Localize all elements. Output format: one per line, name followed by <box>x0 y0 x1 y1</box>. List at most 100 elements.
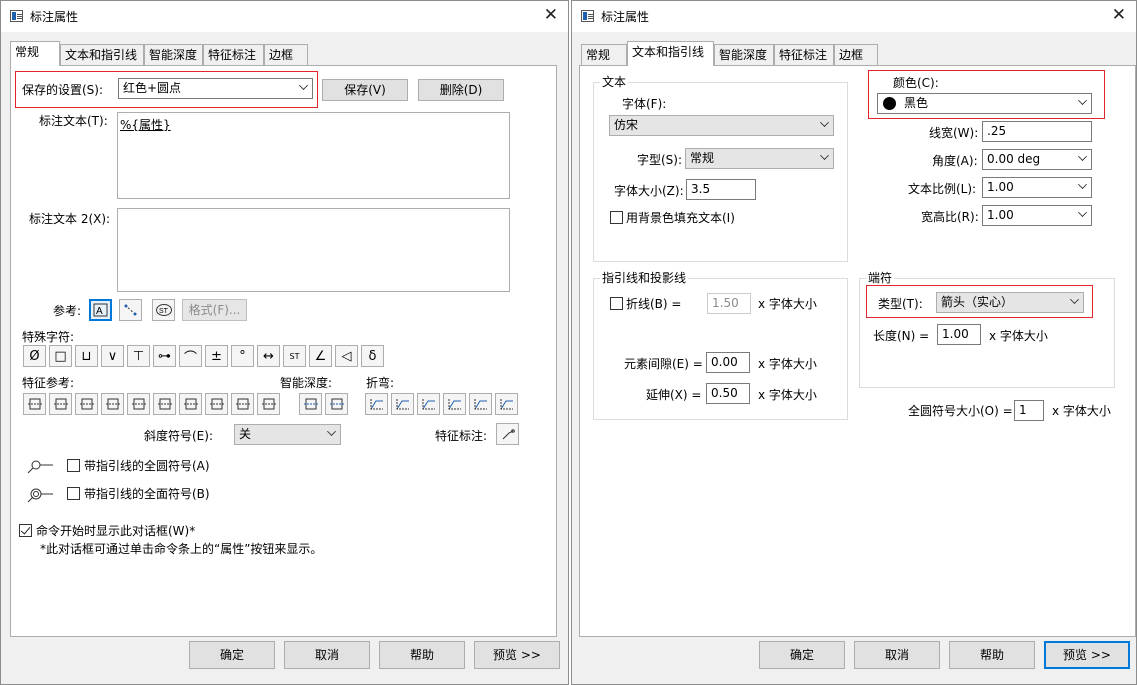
color-swatch-icon <box>883 97 896 110</box>
dialog-title: 标注属性 <box>30 10 79 24</box>
break-line-checkbox[interactable] <box>610 297 623 310</box>
feature-bend-b-icon[interactable] <box>391 393 414 415</box>
text-scale-select[interactable]: 1.00 <box>982 177 1092 198</box>
preview-button[interactable]: 预览 >> <box>474 641 560 669</box>
left-footer: 确定 取消 帮助 预览 >> <box>1 638 568 684</box>
close-icon[interactable]: ✕ <box>1112 5 1126 25</box>
font-style-select[interactable]: 常规 <box>685 148 834 169</box>
tab-text-leader[interactable]: 文本和指引线 <box>60 44 144 66</box>
font-select[interactable]: 仿宋 <box>609 115 834 136</box>
feature-bend-f-icon[interactable] <box>495 393 518 415</box>
dialog-icon <box>581 10 594 22</box>
all-around-size-unit: x 字体大小 <box>1052 404 1111 418</box>
save-button[interactable]: 保存(V) <box>322 79 408 101</box>
special-char-counterbore-icon[interactable]: ⊔ <box>75 345 98 367</box>
feature-callout-icon[interactable] <box>496 423 519 445</box>
taper-select[interactable]: 关 <box>234 424 341 445</box>
terminator-length-label: 长度(N) = <box>873 329 930 343</box>
tab-general[interactable]: 常规 <box>10 41 60 66</box>
special-char-taper-icon[interactable]: ◁ <box>335 345 358 367</box>
all-over-checkbox[interactable] <box>67 487 80 500</box>
feature-bend-a-icon[interactable] <box>365 393 388 415</box>
tab-general[interactable]: 常规 <box>581 44 627 66</box>
color-select[interactable]: 黑色 <box>877 93 1092 114</box>
feature-groove-icon[interactable] <box>257 393 280 415</box>
all-around-checkbox[interactable] <box>67 459 80 472</box>
terminator-length-input[interactable]: 1.00 <box>937 324 981 345</box>
tab-feature-callout[interactable]: 特征标注 <box>203 44 264 66</box>
feature-slot-icon[interactable] <box>179 393 202 415</box>
line-width-input[interactable]: .25 <box>982 121 1092 142</box>
special-char-diameter-icon[interactable]: Ø <box>23 345 46 367</box>
help-button[interactable]: 帮助 <box>379 641 465 669</box>
special-char-arc-icon[interactable]: ⌒ <box>179 345 202 367</box>
format-button[interactable]: 格式(F)... <box>182 299 247 321</box>
feature-depth-b-icon[interactable] <box>325 393 348 415</box>
element-gap-input[interactable]: 0.00 <box>706 352 750 373</box>
feature-hole-icon[interactable] <box>23 393 46 415</box>
feature-thread-icon[interactable] <box>49 393 72 415</box>
cancel-button[interactable]: 取消 <box>284 641 370 669</box>
feature-bend-d-icon[interactable] <box>443 393 466 415</box>
feature-bend-e-icon[interactable] <box>469 393 492 415</box>
reference-st-icon[interactable]: ST <box>152 299 175 321</box>
saved-settings-label: 保存的设置(S): <box>22 83 104 97</box>
callout-text2-area[interactable] <box>117 208 510 292</box>
special-char-statistical-icon[interactable]: ST <box>283 345 306 367</box>
feature-countersink-icon[interactable] <box>101 393 124 415</box>
callout-text-area[interactable]: %{属性} <box>117 112 510 199</box>
close-icon[interactable]: ✕ <box>544 5 558 25</box>
cancel-button[interactable]: 取消 <box>854 641 940 669</box>
break-line-input[interactable]: 1.50 <box>707 293 751 314</box>
tab-smart-depth[interactable]: 智能深度 <box>144 44 203 66</box>
special-char-plus-minus-icon[interactable]: ± <box>205 345 228 367</box>
special-char-between-icon[interactable]: ↔ <box>257 345 280 367</box>
feature-bend-c-icon[interactable] <box>417 393 440 415</box>
fill-background-checkbox[interactable] <box>610 211 623 224</box>
feature-array-icon[interactable] <box>205 393 228 415</box>
tab-border[interactable]: 边框 <box>264 44 308 66</box>
properties-note: *此对话框可通过单击命令条上的“属性”按钮来显示。 <box>40 542 323 556</box>
special-char-degree-icon[interactable]: ° <box>231 345 254 367</box>
feature-depth-a-icon[interactable] <box>299 393 322 415</box>
special-char-countersink-icon[interactable]: ∨ <box>101 345 124 367</box>
special-char-square-icon[interactable]: □ <box>49 345 72 367</box>
feature-boss-icon[interactable] <box>231 393 254 415</box>
font-size-input[interactable]: 3.5 <box>686 179 756 200</box>
general-panel: 保存的设置(S): 红色+圆点 保存(V) 删除(D) 标注文本(T): %{属… <box>10 65 557 637</box>
help-button[interactable]: 帮助 <box>949 641 1035 669</box>
extension-unit: x 字体大小 <box>758 388 817 402</box>
right-dialog: 标注属性 ✕ 常规 文本和指引线 智能深度 特征标注 边框 文本 字体(F): … <box>571 0 1137 685</box>
callout-text-label: 标注文本(T): <box>39 114 108 128</box>
reference-text-icon[interactable]: A <box>89 299 112 321</box>
all-over-label: 带指引线的全面符号(B) <box>84 487 210 501</box>
all-around-size-label: 全圆符号大小(O) = <box>908 404 1013 418</box>
feature-cone-icon[interactable] <box>153 393 176 415</box>
show-on-start-label: 命令开始时显示此对话框(W)* <box>36 524 196 538</box>
delete-button[interactable]: 删除(D) <box>418 79 504 101</box>
tab-text-leader[interactable]: 文本和指引线 <box>627 41 714 66</box>
tab-border[interactable]: 边框 <box>834 44 878 66</box>
tab-smart-depth[interactable]: 智能深度 <box>714 44 774 66</box>
special-char-delta-icon[interactable]: δ <box>361 345 384 367</box>
feature-taper-hole-icon[interactable] <box>127 393 150 415</box>
color-label: 颜色(C): <box>893 76 939 90</box>
feature-counterbore-icon[interactable] <box>75 393 98 415</box>
special-char-slope-icon[interactable]: ∠ <box>309 345 332 367</box>
show-on-start-checkbox[interactable] <box>19 524 32 537</box>
ok-button[interactable]: 确定 <box>759 641 845 669</box>
dialog-icon <box>10 10 23 22</box>
all-around-size-input[interactable]: 1 <box>1014 400 1044 421</box>
font-size-label: 字体大小(Z): <box>614 184 684 198</box>
preview-button[interactable]: 预览 >> <box>1044 641 1130 669</box>
extension-input[interactable]: 0.50 <box>706 383 750 404</box>
angle-select[interactable]: 0.00 deg <box>982 149 1092 170</box>
reference-leader-icon[interactable] <box>119 299 142 321</box>
aspect-ratio-select[interactable]: 1.00 <box>982 205 1092 226</box>
tab-feature-callout[interactable]: 特征标注 <box>774 44 834 66</box>
saved-settings-select[interactable]: 红色+圆点 <box>118 78 313 99</box>
terminator-type-select[interactable]: 箭头（实心） <box>936 292 1084 313</box>
ok-button[interactable]: 确定 <box>189 641 275 669</box>
special-char-arc-length-icon[interactable]: ⊶ <box>153 345 176 367</box>
special-char-depth-icon[interactable]: ⊤ <box>127 345 150 367</box>
